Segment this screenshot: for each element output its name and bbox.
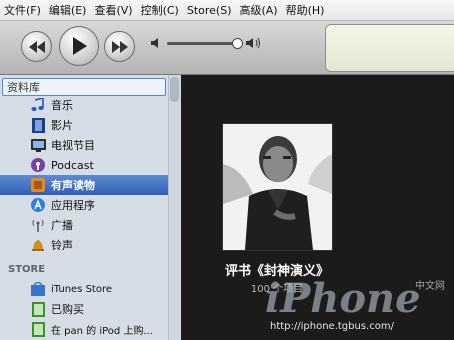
ipod-purchased-icon [30,321,46,337]
rewind-icon [28,40,45,53]
menu-edit[interactable]: 编辑(E) [45,2,91,18]
player-toolbar [0,21,454,75]
play-button[interactable] [59,26,99,66]
menu-store[interactable]: Store(S) [183,4,236,17]
menu-advanced[interactable]: 高级(A) [235,2,281,18]
volume-slider-knob[interactable] [232,38,244,49]
tv-icon [30,137,46,153]
sidebar-item-applications[interactable]: 应用程序 [0,195,180,215]
sidebar-item-podcast[interactable]: Podcast [0,155,180,175]
sidebar-item-purchased[interactable]: 已购买 [0,299,180,319]
purchased-icon [30,301,46,317]
sidebar-item-label: 音乐 [51,99,73,112]
volume-slider[interactable] [167,42,240,45]
sidebar-scrollbar[interactable] [168,75,181,340]
music-note-icon [30,97,46,113]
sidebar-item-label: 影片 [51,119,73,132]
app-store-icon [30,197,46,213]
fast-forward-icon [111,40,128,53]
sidebar-item-itunes-store[interactable]: iTunes Store [0,279,180,299]
watermark-url: http://iphone.tgbus.com/ [270,321,394,332]
scrollbar-thumb[interactable] [170,77,179,102]
sidebar-item-radio[interactable]: 广播 [0,215,180,235]
volume-high-icon [246,37,260,49]
menu-help[interactable]: 帮助(H) [282,2,329,18]
bell-icon [30,237,46,253]
previous-button[interactable] [21,31,52,62]
sidebar-item-label: iTunes Store [51,283,113,295]
sidebar-item-ipod-purchased[interactable]: 在 pan 的 iPod 上购... [0,319,180,339]
menu-controls[interactable]: 控制(C) [137,2,183,18]
sidebar-item-audiobooks[interactable]: 有声读物 [0,175,180,195]
audiobook-icon [30,177,46,193]
menu-file[interactable]: 文件(F) [0,2,45,18]
podcast-icon [30,157,46,173]
watermark-logo: iPhone [265,275,421,322]
sidebar-item-label: 铃声 [51,239,73,252]
play-icon [73,37,87,55]
sidebar-item-music[interactable]: 音乐 [0,95,180,115]
sidebar-item-label: 广播 [51,219,73,232]
library-section-header[interactable]: 资料库 [3,79,40,95]
sidebar-item-tv-shows[interactable]: 电视节目 [0,135,180,155]
portrait-image [223,124,332,250]
volume-low-icon [151,38,158,48]
sidebar-item-label: 有声读物 [51,179,95,192]
sidebar-item-ringtones[interactable]: 铃声 [0,235,180,255]
menu-bar: 文件(F) 编辑(E) 查看(V) 控制(C) Store(S) 高级(A) 帮… [0,0,454,21]
sidebar-item-label: Podcast [51,158,94,172]
itunes-store-icon [30,281,46,297]
next-button[interactable] [104,31,135,62]
radio-antenna-icon [30,217,46,233]
sidebar-item-movies[interactable]: 影片 [0,115,180,135]
sidebar-item-label: 电视节目 [51,139,95,152]
sidebar-item-label: 在 pan 的 iPod 上购... [51,325,153,337]
album-cover[interactable] [222,123,333,251]
status-display [325,24,454,72]
film-icon [30,117,46,133]
menu-view[interactable]: 查看(V) [90,2,136,18]
watermark-badge: 中文网 [415,281,445,292]
sidebar-item-label: 已购买 [51,303,84,316]
sidebar-item-label: 应用程序 [51,199,95,212]
source-sidebar: 资料库 音乐 影片 电视节目 Podcast 有声读物 应用程序 广播 铃声 S… [0,75,181,340]
